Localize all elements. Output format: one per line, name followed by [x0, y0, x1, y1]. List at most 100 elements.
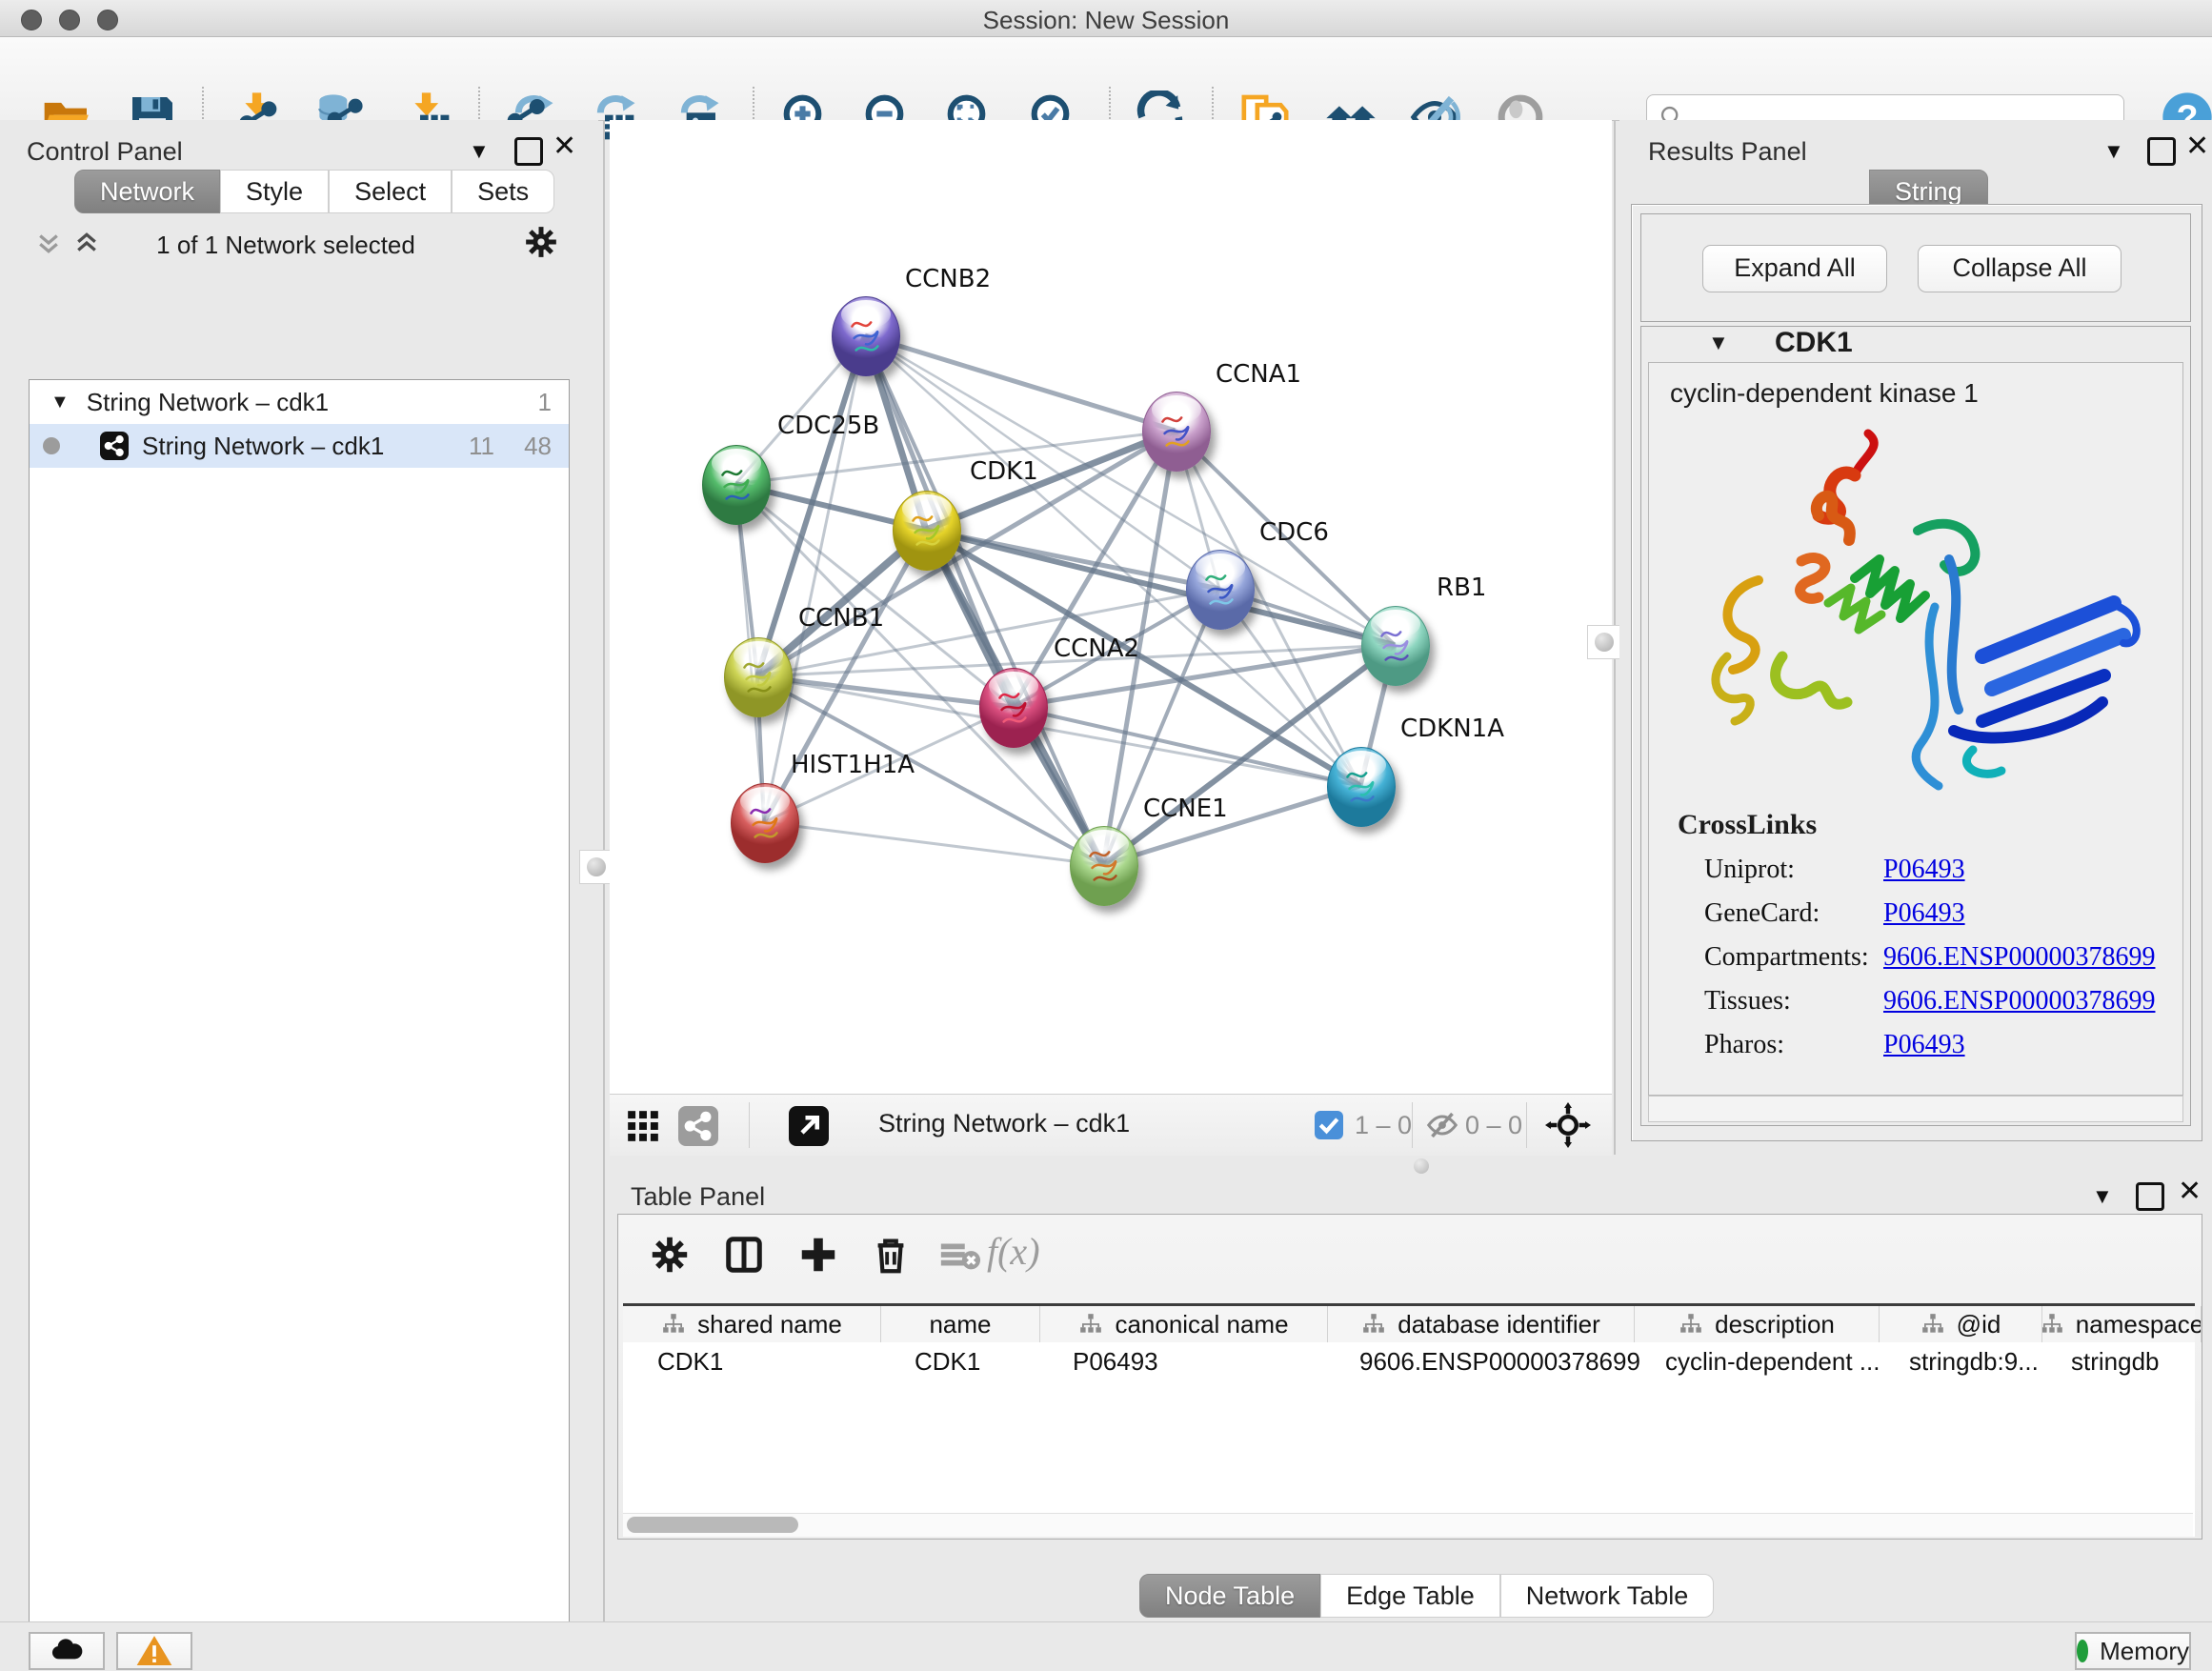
cell-namespace[interactable]: stringdb — [2052, 1342, 2210, 1380]
cell-name[interactable]: CDK1 — [895, 1342, 1054, 1380]
network-options-gear-icon[interactable] — [522, 223, 560, 266]
results-panel-close-icon[interactable]: ✕ — [2185, 135, 2209, 158]
string-view-icon[interactable] — [678, 1106, 718, 1146]
cytoscape-window: Session: New Session ? — [0, 0, 2212, 1671]
birds-eye-view-icon[interactable] — [625, 1108, 661, 1149]
memory-button[interactable]: Memory — [2075, 1632, 2191, 1670]
tab-network-table[interactable]: Network Table — [1500, 1574, 1715, 1618]
crosslink-link[interactable]: P06493 — [1883, 898, 1965, 929]
hidden-count: 0 – 0 — [1465, 1111, 1522, 1140]
splitter-grip[interactable] — [1587, 625, 1621, 659]
scrollbar-thumb[interactable] — [627, 1517, 798, 1533]
network-row[interactable]: String Network – cdk1 11 48 — [30, 424, 569, 468]
network-node-cdc6[interactable] — [1186, 550, 1255, 630]
collapse-all-button[interactable]: Collapse All — [1918, 245, 2122, 292]
results-panel-float-icon[interactable] — [2147, 137, 2176, 166]
tab-select[interactable]: Select — [329, 170, 452, 213]
tree-expand-icon[interactable]: ▼ — [50, 392, 70, 413]
cell-id[interactable]: stringdb:9... — [1890, 1342, 2052, 1380]
warning-button[interactable] — [116, 1632, 192, 1670]
cell-description[interactable]: cyclin-dependent ... — [1646, 1342, 1890, 1380]
control-panel-float-icon[interactable] — [514, 137, 543, 166]
fit-content-crosshair-icon[interactable] — [1545, 1102, 1591, 1153]
network-node-ccne1[interactable] — [1070, 826, 1138, 906]
crosslink-row: Uniprot: P06493 — [1704, 855, 2182, 885]
table-row[interactable]: CDK1CDK1P064939606.ENSP00000378699cyclin… — [623, 1342, 2195, 1380]
expand-all-networks-icon[interactable] — [34, 229, 63, 262]
detach-view-icon[interactable] — [789, 1106, 829, 1146]
column-header-name[interactable]: name — [881, 1306, 1040, 1342]
crosslink-label: Pharos: — [1704, 1030, 1883, 1060]
results-panel-collapse-icon[interactable]: ▼ — [2103, 139, 2124, 164]
expand-all-button[interactable]: Expand All — [1702, 245, 1887, 292]
section-collapse-icon[interactable]: ▼ — [1708, 331, 1729, 355]
column-header-id[interactable]: @id — [1880, 1306, 2042, 1342]
network-node-hist1h1a[interactable] — [731, 783, 799, 863]
protein-thumbnail — [714, 461, 758, 511]
network-node-ccnb2[interactable] — [832, 296, 900, 376]
column-header-canonicalname[interactable]: canonical name — [1040, 1306, 1328, 1342]
table-panel-close-icon[interactable]: ✕ — [2178, 1180, 2202, 1203]
crosslinks-list: Uniprot: P06493GeneCard: P06493Compartme… — [1649, 855, 2182, 1060]
toolbar-separator — [749, 1102, 750, 1148]
network-node-cdk1[interactable] — [893, 491, 961, 571]
add-column-icon[interactable] — [796, 1233, 840, 1277]
columns-icon[interactable] — [722, 1233, 766, 1277]
control-panel-tabs: NetworkStyleSelectSets — [74, 170, 554, 213]
selected-count: 1 – 0 — [1355, 1111, 1412, 1140]
network-view[interactable]: CCNB2CCNA1CDC25BCDK1CDC6RB1CCNB1CCNA2CDK… — [610, 120, 1612, 1094]
horizontal-splitter[interactable] — [610, 1156, 2212, 1175]
cloud-button[interactable] — [29, 1632, 105, 1670]
column-header-databaseidentifier[interactable]: database identifier — [1328, 1306, 1635, 1342]
network-node-rb1[interactable] — [1361, 606, 1430, 686]
network-node-ccna1[interactable] — [1142, 392, 1211, 472]
network-edges — [610, 120, 1612, 1094]
string-app-icon — [100, 432, 129, 460]
gear-icon[interactable] — [648, 1233, 692, 1277]
selected-checkbox-icon[interactable] — [1315, 1111, 1343, 1139]
node-table: shared namenamecanonical namedatabase id… — [623, 1303, 2195, 1537]
delete-column-icon[interactable] — [869, 1233, 913, 1277]
network-view-toolbar: String Network – cdk1 1 – 0 0 – 0 — [610, 1094, 1612, 1157]
table-panel-collapse-icon[interactable]: ▼ — [2092, 1184, 2113, 1209]
network-node-cdkn1a[interactable] — [1327, 747, 1396, 827]
control-panel-close-icon[interactable]: ✕ — [553, 135, 576, 158]
tab-sets[interactable]: Sets — [452, 170, 554, 213]
collapse-all-networks-icon[interactable] — [72, 229, 101, 262]
crosslink-link[interactable]: P06493 — [1883, 855, 1965, 885]
node-label-cdk1: CDK1 — [970, 457, 1038, 486]
crosslink-link[interactable]: 9606.ENSP00000378699 — [1883, 986, 2155, 1017]
cell-databaseidentifier[interactable]: 9606.ENSP00000378699 — [1340, 1342, 1646, 1380]
section-title: CDK1 — [1775, 327, 1853, 359]
crosslink-row: Tissues: 9606.ENSP00000378699 — [1704, 986, 2182, 1017]
cell-sharedname[interactable]: CDK1 — [623, 1342, 895, 1380]
network-collection-row[interactable]: ▼ String Network – cdk1 1 — [30, 380, 569, 424]
splitter-grip[interactable] — [579, 850, 613, 884]
node-label-ccna2: CCNA2 — [1054, 634, 1139, 663]
crosslink-label: Uniprot: — [1704, 855, 1883, 885]
tab-node-table[interactable]: Node Table — [1139, 1574, 1320, 1618]
crosslink-label: Tissues: — [1704, 986, 1883, 1017]
tab-edge-table[interactable]: Edge Table — [1320, 1574, 1500, 1618]
column-header-description[interactable]: description — [1635, 1306, 1880, 1342]
control-panel-collapse-icon[interactable]: ▼ — [469, 139, 490, 164]
column-header-namespace[interactable]: namespace — [2042, 1306, 2202, 1342]
table-hscrollbar[interactable] — [623, 1513, 2193, 1537]
table-panel-float-icon[interactable] — [2136, 1182, 2164, 1211]
network-node-cdc25b[interactable] — [702, 445, 771, 525]
tab-network[interactable]: Network — [74, 170, 220, 213]
protein-thumbnail — [844, 312, 888, 362]
network-node-ccnb1[interactable] — [724, 637, 793, 717]
cell-canonicalname[interactable]: P06493 — [1054, 1342, 1340, 1380]
column-header-sharedname[interactable]: shared name — [623, 1306, 881, 1342]
network-view-title: String Network – cdk1 — [878, 1109, 1130, 1138]
crosslink-link[interactable]: P06493 — [1883, 1030, 1965, 1060]
node-label-ccne1: CCNE1 — [1143, 795, 1228, 823]
table-panel-title: Table Panel — [631, 1182, 765, 1212]
crosslink-link[interactable]: 9606.ENSP00000378699 — [1883, 942, 2155, 973]
node-label-ccnb2: CCNB2 — [905, 265, 991, 293]
results-scrollbar[interactable] — [1648, 1096, 2183, 1122]
network-node-ccna2[interactable] — [979, 668, 1048, 748]
tab-style[interactable]: Style — [220, 170, 329, 213]
memory-status-icon — [2077, 1640, 2088, 1662]
